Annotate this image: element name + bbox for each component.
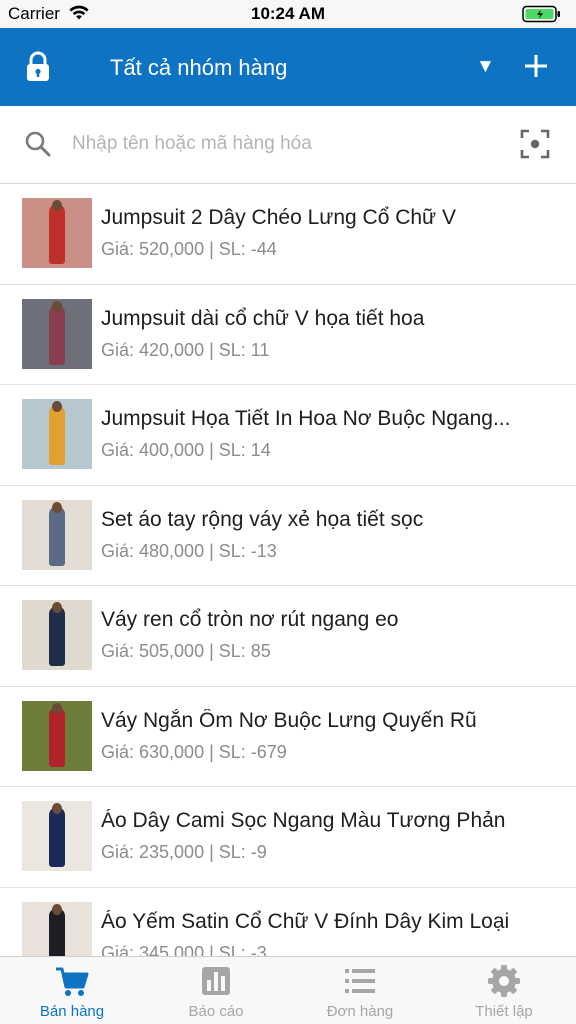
search-bar (0, 106, 576, 184)
product-thumbnail (22, 700, 92, 771)
search-icon (24, 130, 52, 163)
product-thumbnail (22, 901, 92, 956)
search-input[interactable] (72, 128, 492, 160)
status-bar: Carrier 10:24 AM (0, 0, 576, 28)
thumbnail-figure (49, 807, 65, 867)
product-row[interactable]: Áo Dây Cami Sọc Ngang Màu Tương Phản Giá:… (0, 787, 576, 888)
thumbnail-head (52, 501, 62, 513)
product-row[interactable]: Jumpsuit Họa Tiết In Hoa Nơ Buộc Ngang..… (0, 385, 576, 486)
plus-icon[interactable] (524, 54, 548, 83)
thumbnail-figure (49, 606, 65, 666)
bar-chart-icon (198, 963, 234, 1004)
product-thumbnail (22, 198, 92, 268)
chevron-down-icon[interactable]: ▼ (476, 56, 495, 78)
thumbnail-head (52, 200, 62, 211)
product-price-qty: Giá: 520,000 | SL: -44 (101, 239, 277, 259)
tab-bar: Bán hàng Báo cáo Đơn hàng Thiết lập (0, 956, 576, 1024)
product-price-qty: Giá: 345,000 | SL: -3 (101, 942, 267, 957)
product-name: Áo Dây Cami Sọc Ngang Màu Tương Phản (101, 809, 506, 832)
product-row[interactable]: Váy Ngắn Ôm Nơ Buộc Lưng Quyến Rũ Giá: 63… (0, 687, 576, 787)
list-icon (342, 963, 378, 1004)
gear-icon (486, 963, 522, 1004)
battery-icon (522, 5, 562, 28)
product-name: Set áo tay rộng váy xẻ họa tiết sọc (101, 507, 424, 531)
product-price-qty: Giá: 420,000 | SL: 11 (101, 339, 270, 360)
thumbnail-head (52, 702, 62, 714)
thumbnail-figure (49, 505, 65, 566)
product-price-qty: Giá: 235,000 | SL: -9 (101, 842, 267, 862)
tab-bao-cao[interactable]: Báo cáo (144, 957, 288, 1024)
tab-label: Bán hàng (39, 1003, 105, 1020)
lock-icon[interactable] (24, 51, 52, 88)
thumbnail-head (52, 300, 62, 312)
product-row[interactable]: Áo Yếm Satin Cổ Chữ V Đính Dây Kim Loại G… (0, 888, 576, 957)
product-thumbnail (22, 298, 92, 369)
product-price-qty: Giá: 400,000 | SL: 14 (101, 440, 271, 460)
product-row[interactable]: Jumpsuit 2 Dây Chéo Lưng Cổ Chữ V Giá: 52… (0, 184, 576, 285)
tab-don-hang[interactable]: Đơn hàng (288, 957, 432, 1024)
tab-label: Đơn hàng (326, 1003, 394, 1020)
clock: 10:24 AM (250, 4, 325, 23)
tab-label: Thiết lập (475, 1003, 533, 1020)
tab-label: Báo cáo (188, 1003, 244, 1020)
thumbnail-head (52, 803, 62, 814)
product-name: Jumpsuit 2 Dây Chéo Lưng Cổ Chữ V (101, 206, 456, 229)
thumbnail-figure (49, 405, 65, 465)
product-name: Váy ren cổ tròn nơ rút ngang eo (101, 608, 399, 631)
product-thumbnail (22, 499, 92, 570)
thumbnail-head (52, 401, 62, 412)
product-price-qty: Giá: 505,000 | SL: 85 (101, 641, 271, 661)
product-row[interactable]: Set áo tay rộng váy xẻ họa tiết sọc Giá: … (0, 486, 576, 586)
product-thumbnail (22, 600, 92, 670)
product-name: Áo Yếm Satin Cổ Chữ V Đính Dây Kim Loại (101, 909, 510, 933)
cart-icon (54, 963, 90, 1004)
product-list: Jumpsuit 2 Dây Chéo Lưng Cổ Chữ V Giá: 52… (0, 184, 576, 956)
thumbnail-figure (49, 907, 65, 956)
thumbnail-figure (49, 204, 65, 264)
product-name: Jumpsuit dài cổ chữ V họa tiết hoa (101, 306, 425, 330)
product-price-qty: Giá: 630,000 | SL: -679 (101, 741, 287, 762)
product-row[interactable]: Jumpsuit dài cổ chữ V họa tiết hoa Giá: 4… (0, 285, 576, 385)
product-name: Váy Ngắn Ôm Nơ Buộc Lưng Quyến Rũ (101, 708, 477, 732)
product-price-qty: Giá: 480,000 | SL: -13 (101, 540, 277, 561)
product-name: Jumpsuit Họa Tiết In Hoa Nơ Buộc Ngang..… (101, 407, 511, 430)
thumbnail-figure (49, 706, 65, 767)
nav-bar: Tất cả nhóm hàng ▼ (0, 28, 576, 106)
barcode-scan-icon[interactable] (520, 129, 550, 164)
thumbnail-figure (49, 304, 65, 365)
tab-thiet-lap[interactable]: Thiết lập (432, 957, 576, 1024)
tab-ban-hang[interactable]: Bán hàng (0, 957, 144, 1024)
thumbnail-head (52, 903, 62, 915)
product-thumbnail (22, 399, 92, 469)
category-title[interactable]: Tất cả nhóm hàng (110, 55, 287, 81)
product-thumbnail (22, 801, 92, 871)
thumbnail-head (52, 602, 62, 613)
product-row[interactable]: Váy ren cổ tròn nơ rút ngang eo Giá: 505,… (0, 586, 576, 687)
